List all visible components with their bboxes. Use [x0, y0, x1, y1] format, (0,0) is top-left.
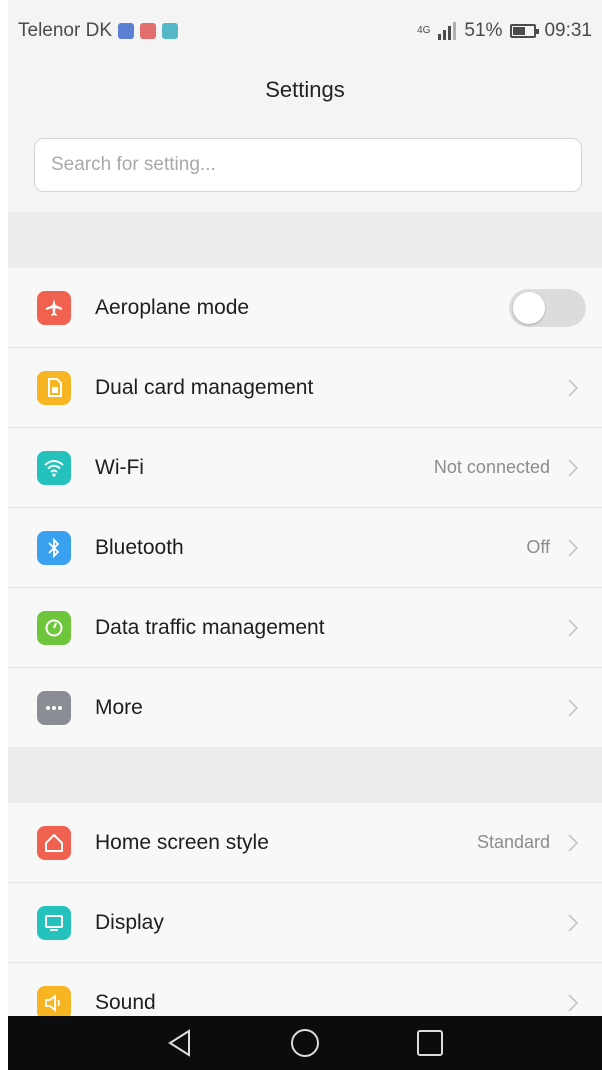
network-type: 4G — [417, 25, 431, 36]
chevron-right-icon — [564, 618, 582, 637]
settings-group-device: Home screen style Standard Display Sound — [8, 803, 602, 1042]
aeroplane-mode-toggle[interactable] — [509, 288, 586, 327]
home-screen-style-value: Standard — [476, 832, 550, 852]
carrier-name: Telenor DK — [18, 20, 112, 41]
data-traffic-icon — [37, 610, 71, 645]
battery-percent: 51% — [464, 20, 503, 41]
section-divider — [8, 747, 602, 803]
more-icon — [37, 690, 71, 725]
battery-icon — [510, 24, 540, 38]
search-area: Search for setting... — [8, 118, 602, 212]
settings-item-label: Sound — [95, 990, 156, 1014]
app-icon — [140, 23, 156, 39]
wifi-icon — [37, 450, 71, 485]
page-title: Settings — [265, 77, 345, 102]
settings-item-label: Data traffic management — [95, 615, 325, 639]
settings-item-more[interactable]: More — [8, 668, 602, 747]
chevron-right-icon — [564, 378, 582, 397]
chevron-right-icon — [564, 458, 582, 477]
settings-item-label: More — [95, 695, 143, 719]
chevron-right-icon — [564, 833, 582, 852]
home-nav-icon[interactable] — [285, 1023, 325, 1063]
settings-item-label: Wi-Fi — [95, 455, 144, 479]
settings-item-label: Aeroplane mode — [95, 295, 250, 319]
sim-card-icon — [37, 370, 71, 405]
settings-item-aeroplane-mode[interactable]: Aeroplane mode — [8, 268, 602, 348]
chevron-right-icon — [564, 993, 582, 1012]
section-divider — [8, 212, 602, 268]
sound-icon — [37, 985, 71, 1020]
home-icon — [37, 825, 71, 860]
settings-item-label: Dual card management — [95, 375, 314, 399]
bluetooth-icon — [37, 530, 71, 565]
settings-group-network: Aeroplane mode Dual card management Wi-F… — [8, 268, 602, 747]
settings-item-bluetooth[interactable]: Bluetooth Off — [8, 508, 602, 588]
search-input[interactable]: Search for setting... — [34, 138, 582, 192]
settings-item-home-screen-style[interactable]: Home screen style Standard — [8, 803, 602, 883]
settings-screen: Telenor DK 4G 51% 09:31 Settings Search … — [8, 0, 602, 1070]
bluetooth-status: Off — [526, 537, 550, 557]
aeroplane-icon — [37, 290, 71, 325]
gallery-icon — [162, 23, 178, 39]
clock: 09:31 — [544, 20, 592, 41]
display-icon — [37, 905, 71, 940]
settings-item-wifi[interactable]: Wi-Fi Not connected — [8, 428, 602, 508]
status-bar: Telenor DK 4G 51% 09:31 — [8, 0, 602, 62]
settings-item-dual-card[interactable]: Dual card management — [8, 348, 602, 428]
chevron-right-icon — [564, 913, 582, 932]
chevron-right-icon — [564, 698, 582, 717]
wifi-status: Not connected — [433, 457, 550, 477]
search-placeholder: Search for setting... — [51, 154, 216, 175]
settings-item-label: Display — [95, 910, 164, 934]
chevron-right-icon — [564, 538, 582, 557]
settings-item-label: Bluetooth — [95, 535, 184, 559]
signal-icon — [438, 22, 457, 40]
photo-icon — [118, 23, 134, 39]
recents-icon[interactable] — [410, 1023, 450, 1063]
settings-item-display[interactable]: Display — [8, 883, 602, 963]
settings-item-label: Home screen style — [95, 830, 269, 854]
back-icon[interactable] — [160, 1023, 200, 1063]
navigation-bar — [8, 1016, 602, 1070]
settings-item-data-traffic[interactable]: Data traffic management — [8, 588, 602, 668]
